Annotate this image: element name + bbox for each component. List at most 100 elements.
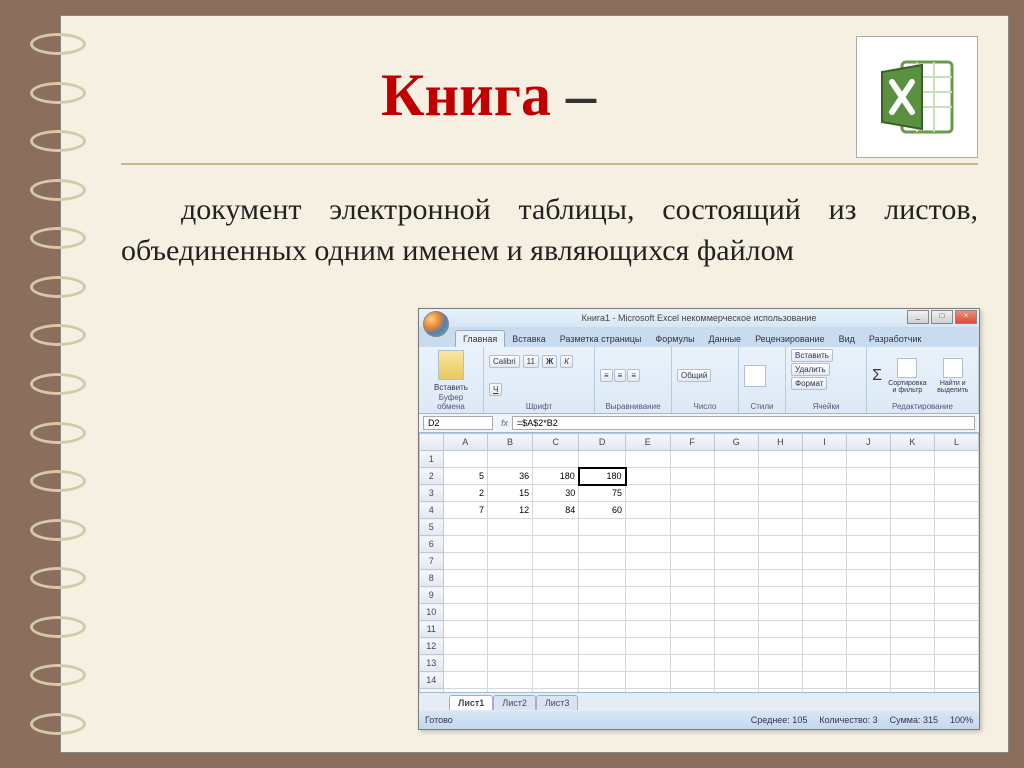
sheet-tab-1[interactable]: Лист2	[493, 695, 536, 710]
cell-F14[interactable]	[670, 672, 714, 689]
cell-L12[interactable]	[934, 638, 978, 655]
row-header-10[interactable]: 10	[420, 604, 444, 621]
cell-L7[interactable]	[934, 553, 978, 570]
cell-L3[interactable]	[934, 485, 978, 502]
cell-H6[interactable]	[758, 536, 802, 553]
cell-A1[interactable]	[443, 451, 487, 468]
cell-A4[interactable]: 7	[443, 502, 487, 519]
cell-B2[interactable]: 36	[488, 468, 533, 485]
cell-J12[interactable]	[846, 638, 890, 655]
cell-L5[interactable]	[934, 519, 978, 536]
cell-J5[interactable]	[846, 519, 890, 536]
row-header-14[interactable]: 14	[420, 672, 444, 689]
cell-E9[interactable]	[626, 587, 671, 604]
row-header-4[interactable]: 4	[420, 502, 444, 519]
ribbon-tab-0[interactable]: Главная	[455, 330, 505, 347]
cell-H7[interactable]	[758, 553, 802, 570]
number-format-selector[interactable]: Общий	[677, 369, 711, 382]
cell-D13[interactable]	[579, 655, 626, 672]
cell-H14[interactable]	[758, 672, 802, 689]
find-select-icon[interactable]	[943, 358, 963, 378]
cell-G5[interactable]	[714, 519, 758, 536]
cell-G4[interactable]	[714, 502, 758, 519]
col-header-L[interactable]: L	[934, 434, 978, 451]
cell-F15[interactable]	[670, 689, 714, 693]
cell-J4[interactable]	[846, 502, 890, 519]
ribbon-tab-4[interactable]: Данные	[702, 331, 749, 347]
styles-icon[interactable]	[744, 365, 766, 387]
italic-button[interactable]: К	[560, 355, 573, 368]
cell-B4[interactable]: 12	[488, 502, 533, 519]
cell-I15[interactable]	[803, 689, 847, 693]
cell-A6[interactable]	[443, 536, 487, 553]
ribbon-tab-6[interactable]: Вид	[832, 331, 862, 347]
formula-input[interactable]: =$A$2*B2	[512, 416, 975, 430]
cell-G13[interactable]	[714, 655, 758, 672]
cell-G11[interactable]	[714, 621, 758, 638]
cell-G3[interactable]	[714, 485, 758, 502]
format-cells-button[interactable]: Формат	[791, 377, 827, 390]
cell-K6[interactable]	[890, 536, 934, 553]
cell-H10[interactable]	[758, 604, 802, 621]
cell-K5[interactable]	[890, 519, 934, 536]
cell-A3[interactable]: 2	[443, 485, 487, 502]
cell-L10[interactable]	[934, 604, 978, 621]
row-header-7[interactable]: 7	[420, 553, 444, 570]
row-header-5[interactable]: 5	[420, 519, 444, 536]
align-center-button[interactable]: ≡	[614, 369, 627, 382]
cell-C1[interactable]	[533, 451, 579, 468]
cell-L13[interactable]	[934, 655, 978, 672]
cell-E3[interactable]	[626, 485, 671, 502]
cell-L15[interactable]	[934, 689, 978, 693]
cell-J6[interactable]	[846, 536, 890, 553]
cell-B13[interactable]	[488, 655, 533, 672]
close-button[interactable]: ×	[955, 310, 977, 324]
cell-C10[interactable]	[533, 604, 579, 621]
cell-C9[interactable]	[533, 587, 579, 604]
row-header-8[interactable]: 8	[420, 570, 444, 587]
cell-H2[interactable]	[758, 468, 802, 485]
cell-K4[interactable]	[890, 502, 934, 519]
cell-D6[interactable]	[579, 536, 626, 553]
cell-G12[interactable]	[714, 638, 758, 655]
cell-I12[interactable]	[803, 638, 847, 655]
cell-D4[interactable]: 60	[579, 502, 626, 519]
cell-L14[interactable]	[934, 672, 978, 689]
cell-H5[interactable]	[758, 519, 802, 536]
ribbon-tab-7[interactable]: Разработчик	[862, 331, 928, 347]
cell-D7[interactable]	[579, 553, 626, 570]
status-zoom[interactable]: 100%	[950, 715, 973, 725]
cell-G9[interactable]	[714, 587, 758, 604]
name-box[interactable]: D2	[423, 416, 493, 430]
cell-L11[interactable]	[934, 621, 978, 638]
cell-L6[interactable]	[934, 536, 978, 553]
cell-A8[interactable]	[443, 570, 487, 587]
ribbon-tab-1[interactable]: Вставка	[505, 331, 552, 347]
cell-G8[interactable]	[714, 570, 758, 587]
cell-J3[interactable]	[846, 485, 890, 502]
cell-F4[interactable]	[670, 502, 714, 519]
cell-A13[interactable]	[443, 655, 487, 672]
cell-H8[interactable]	[758, 570, 802, 587]
cell-D8[interactable]	[579, 570, 626, 587]
cell-L1[interactable]	[934, 451, 978, 468]
cell-G1[interactable]	[714, 451, 758, 468]
cell-E1[interactable]	[626, 451, 671, 468]
cell-E4[interactable]	[626, 502, 671, 519]
cell-A15[interactable]	[443, 689, 487, 693]
cell-D2[interactable]: 180	[579, 468, 626, 485]
cell-J2[interactable]	[846, 468, 890, 485]
cell-H12[interactable]	[758, 638, 802, 655]
cell-K3[interactable]	[890, 485, 934, 502]
cell-K2[interactable]	[890, 468, 934, 485]
cell-C13[interactable]	[533, 655, 579, 672]
cell-E5[interactable]	[626, 519, 671, 536]
col-header-D[interactable]: D	[579, 434, 626, 451]
cell-H11[interactable]	[758, 621, 802, 638]
cell-H13[interactable]	[758, 655, 802, 672]
font-size-selector[interactable]: 11	[523, 355, 539, 368]
cell-K10[interactable]	[890, 604, 934, 621]
row-header-13[interactable]: 13	[420, 655, 444, 672]
col-header-G[interactable]: G	[714, 434, 758, 451]
cell-C4[interactable]: 84	[533, 502, 579, 519]
